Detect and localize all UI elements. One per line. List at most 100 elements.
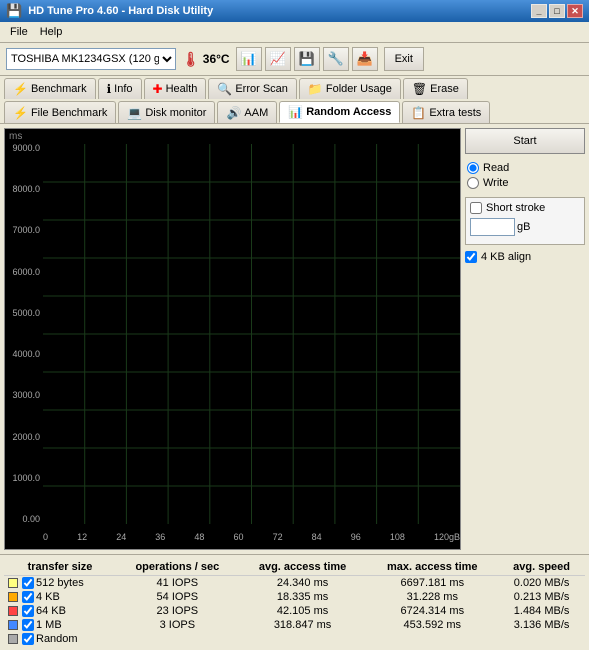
folder-usage-icon: 📁 xyxy=(308,82,323,96)
short-stroke-checkbox[interactable] xyxy=(470,202,482,214)
option-group: Short stroke 40 gB xyxy=(465,197,585,245)
kb-align-row[interactable]: 4 KB align xyxy=(465,251,585,263)
row-checkbox-2[interactable] xyxy=(22,605,34,617)
row-checkbox-4[interactable] xyxy=(22,633,34,645)
cell-label-1: 4 KB xyxy=(4,590,116,604)
read-label: Read xyxy=(483,162,509,174)
window-controls: _ □ ✕ xyxy=(531,4,583,18)
cell-avg-speed-4 xyxy=(498,632,585,646)
col-header-transfer: transfer size xyxy=(4,559,116,576)
x-label-0: 0 xyxy=(43,532,48,542)
chart-grid-svg xyxy=(43,144,460,524)
tab-random-access[interactable]: 📊 Random Access xyxy=(279,101,400,123)
radio-read[interactable]: Read xyxy=(467,162,583,174)
cell-avg-speed-1: 0.213 MB/s xyxy=(498,590,585,604)
icon-btn-2[interactable]: 📈 xyxy=(265,47,291,71)
tab-folder-usage[interactable]: 📁 Folder Usage xyxy=(299,78,401,99)
row-label-text-2: 64 KB xyxy=(36,605,66,617)
menu-file[interactable]: File xyxy=(4,24,34,40)
y-label-6: 6000.0 xyxy=(5,268,43,277)
start-button[interactable]: Start xyxy=(465,128,585,154)
x-label-1: 12 xyxy=(77,532,87,542)
file-benchmark-icon: ⚡ xyxy=(13,106,28,120)
row-checkbox-1[interactable] xyxy=(22,591,34,603)
tab-file-benchmark[interactable]: ⚡ File Benchmark xyxy=(4,101,116,123)
color-swatch-4 xyxy=(8,634,18,644)
icon-btn-5[interactable]: 📥 xyxy=(352,47,378,71)
x-label-4: 48 xyxy=(194,532,204,542)
info-icon: ℹ xyxy=(107,82,112,96)
minimize-button[interactable]: _ xyxy=(531,4,547,18)
y-label-2: 2000.0 xyxy=(5,433,43,442)
x-label-9: 108 xyxy=(390,532,405,542)
x-label-5: 60 xyxy=(233,532,243,542)
col-header-avg-speed: avg. speed xyxy=(498,559,585,576)
radio-write[interactable]: Write xyxy=(467,177,583,189)
cell-avg-access-2: 42.105 ms xyxy=(239,604,367,618)
menu-help[interactable]: Help xyxy=(34,24,69,40)
x-label-7: 84 xyxy=(312,532,322,542)
window-title: HD Tune Pro 4.60 - Hard Disk Utility xyxy=(28,5,213,17)
row-checkbox-3[interactable] xyxy=(22,619,34,631)
tab-disk-monitor[interactable]: 💻 Disk monitor xyxy=(118,101,215,123)
color-swatch-2 xyxy=(8,606,18,616)
cell-ops-2: 23 IOPS xyxy=(116,604,239,618)
cell-label-4: Random xyxy=(4,632,116,646)
tab-extra-tests[interactable]: 📋 Extra tests xyxy=(402,101,490,123)
chart-area: ms 0.00 1000.0 2000.0 3000.0 4000.0 5000… xyxy=(4,128,461,550)
random-access-icon: 📊 xyxy=(288,105,303,119)
aam-icon: 🔊 xyxy=(226,106,241,120)
icon-btn-3[interactable]: 💾 xyxy=(294,47,320,71)
tab-info[interactable]: ℹ Info xyxy=(98,78,142,99)
tab-benchmark[interactable]: ⚡ Benchmark xyxy=(4,78,96,99)
cell-max-access-2: 6724.314 ms xyxy=(366,604,498,618)
app-icon: 💾 xyxy=(6,3,22,19)
close-button[interactable]: ✕ xyxy=(567,4,583,18)
tab-aam[interactable]: 🔊 AAM xyxy=(217,101,277,123)
spinner-input[interactable]: 40 xyxy=(470,218,515,236)
x-label-10: 120gB xyxy=(434,532,460,542)
health-icon: ✚ xyxy=(153,82,163,96)
x-label-8: 96 xyxy=(351,532,361,542)
temperature-value: 36°C xyxy=(203,52,230,66)
write-radio[interactable] xyxy=(467,177,479,189)
tab-health[interactable]: ✚ Health xyxy=(144,78,207,99)
row-checkbox-0[interactable] xyxy=(22,577,34,589)
icon-btn-1[interactable]: 📊 xyxy=(236,47,262,71)
color-swatch-0 xyxy=(8,578,18,588)
x-axis: 0 12 24 36 48 60 72 84 96 108 120gB xyxy=(43,527,460,547)
y-axis: 0.00 1000.0 2000.0 3000.0 4000.0 5000.0 … xyxy=(5,144,43,524)
tab-row-1: ⚡ Benchmark ℹ Info ✚ Health 🔍 Error Scan… xyxy=(0,76,589,124)
cell-max-access-4 xyxy=(366,632,498,646)
table-row: 4 KB 54 IOPS 18.335 ms 31.228 ms 0.213 M… xyxy=(4,590,585,604)
exit-button[interactable]: Exit xyxy=(384,47,424,71)
kb-align-label: 4 KB align xyxy=(481,251,531,263)
cell-avg-speed-3: 3.136 MB/s xyxy=(498,618,585,632)
row-label-text-4: Random xyxy=(36,633,78,645)
col-header-avg-access: avg. access time xyxy=(239,559,367,576)
cell-avg-access-4 xyxy=(239,632,367,646)
cell-max-access-1: 31.228 ms xyxy=(366,590,498,604)
read-radio[interactable] xyxy=(467,162,479,174)
erase-icon: 🗑 xyxy=(412,82,427,96)
cell-ops-4 xyxy=(116,632,239,646)
tab-error-scan[interactable]: 🔍 Error Scan xyxy=(208,78,297,99)
write-label: Write xyxy=(483,177,508,189)
y-label-9: 9000.0 xyxy=(5,144,43,153)
error-scan-icon: 🔍 xyxy=(217,82,232,96)
cell-ops-3: 3 IOPS xyxy=(116,618,239,632)
table-row: 64 KB 23 IOPS 42.105 ms 6724.314 ms 1.48… xyxy=(4,604,585,618)
disk-selector[interactable]: TOSHIBA MK1234GSX (120 gB) xyxy=(6,48,176,70)
kb-align-checkbox[interactable] xyxy=(465,251,477,263)
y-label-8: 8000.0 xyxy=(5,185,43,194)
table-header-row: transfer size operations / sec avg. acce… xyxy=(4,559,585,576)
x-label-2: 24 xyxy=(116,532,126,542)
cell-avg-access-3: 318.847 ms xyxy=(239,618,367,632)
row-label-text-3: 1 MB xyxy=(36,619,62,631)
y-label-7: 7000.0 xyxy=(5,226,43,235)
icon-btn-4[interactable]: 🔧 xyxy=(323,47,349,71)
chart-y-unit: ms xyxy=(9,131,22,142)
y-label-5: 5000.0 xyxy=(5,309,43,318)
tab-erase[interactable]: 🗑 Erase xyxy=(403,78,468,99)
maximize-button[interactable]: □ xyxy=(549,4,565,18)
